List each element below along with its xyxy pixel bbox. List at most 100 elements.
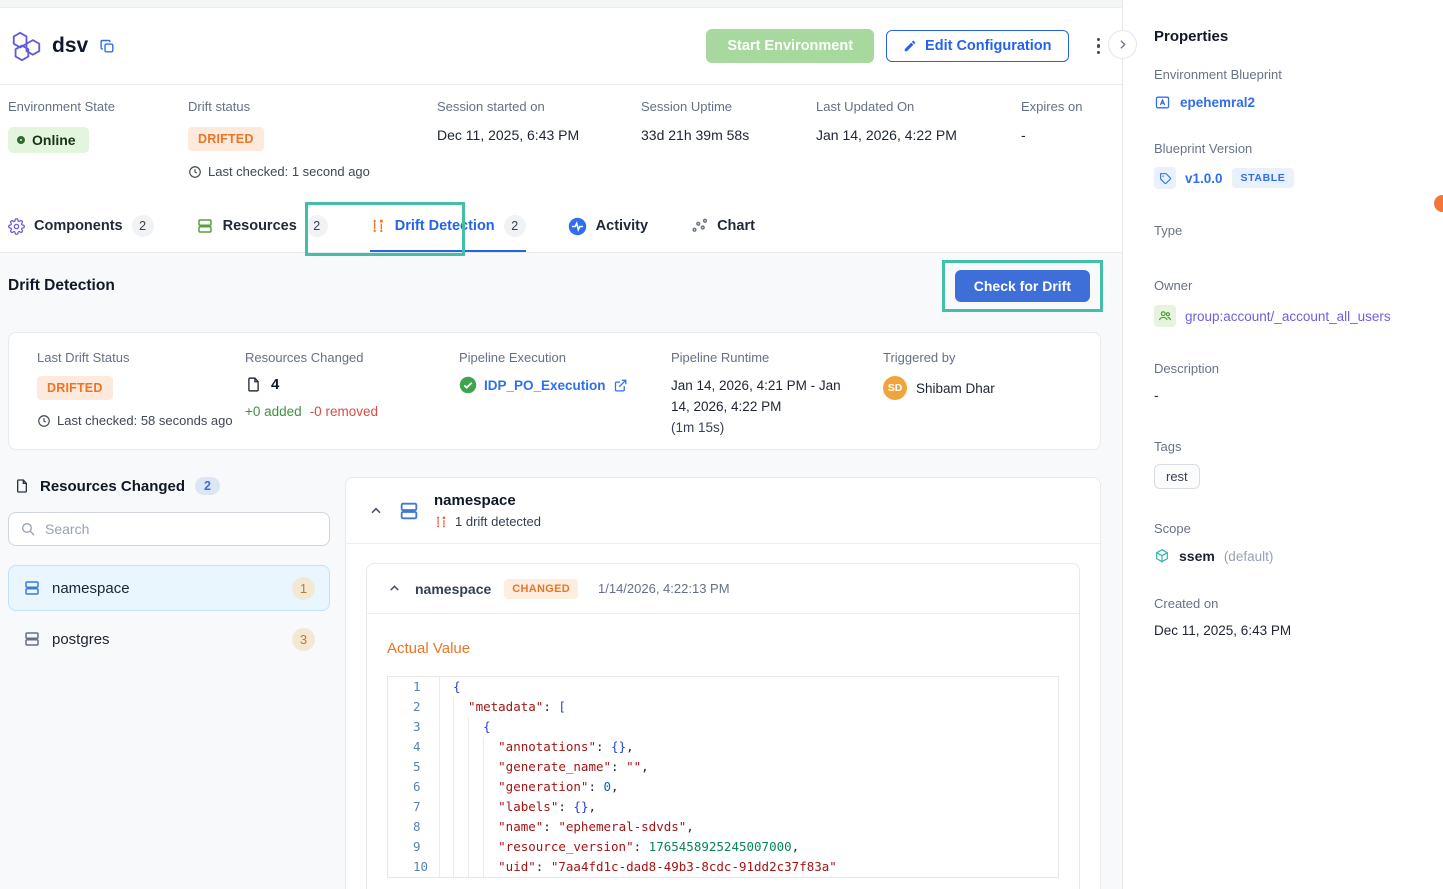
check-circle-icon: [459, 376, 477, 394]
pipeline-runtime-value: Jan 14, 2026, 4:21 PM - Jan 14, 2026, 4:…: [671, 376, 856, 418]
last-updated-label: Last Updated On: [816, 99, 957, 114]
cube-icon: [1154, 548, 1170, 564]
edit-configuration-button[interactable]: Edit Configuration: [886, 30, 1068, 62]
tab-count-badge: 2: [132, 215, 154, 237]
drift-entry: namespace CHANGED 1/14/2026, 4:22:13 PM …: [366, 563, 1080, 889]
search-icon: [20, 521, 36, 537]
expires-column: Expires on -: [1021, 99, 1082, 143]
tab-label: Components: [34, 218, 123, 234]
drift-status-label: Drift status: [188, 99, 370, 114]
resource-search[interactable]: [8, 512, 330, 546]
stable-badge: STABLE: [1232, 168, 1295, 188]
pipeline-runtime-label: Pipeline Runtime: [671, 350, 883, 365]
entry-timestamp: 1/14/2026, 4:22:13 PM: [598, 581, 730, 596]
json-code-block[interactable]: 1{2"metadata": [3{4"annotations": {},5"g…: [387, 676, 1059, 878]
environment-state-column: Environment State Online: [8, 99, 115, 153]
resource-drift-count: 3: [292, 628, 315, 651]
resource-list: namespace1 postgres 3: [8, 565, 330, 662]
environment-header: dsv Start Environment Edit Configuration: [0, 8, 1122, 85]
online-status-icon: [17, 136, 25, 144]
drift-icon: [434, 515, 448, 529]
tab-label: Resources: [223, 218, 297, 234]
tab-resources[interactable]: Resources 2: [196, 200, 328, 252]
last-updated-value: Jan 14, 2026, 4:22 PM: [816, 127, 957, 143]
owner-link[interactable]: group:account/_account_all_users: [1185, 309, 1391, 324]
drift-section-header: Drift Detection Check for Drift: [0, 253, 1122, 319]
type-label: Type: [1154, 223, 1425, 238]
status-row: Environment State Online Drift status DR…: [0, 85, 1122, 200]
blueprint-version-link[interactable]: v1.0.0: [1185, 171, 1223, 186]
properties-title: Properties: [1154, 28, 1425, 45]
avatar: SD: [883, 376, 907, 400]
code-line: 4"annotations": {},: [388, 737, 1058, 757]
page-title: dsv: [52, 34, 88, 58]
resource-name: postgres: [52, 631, 110, 648]
tab-bar: Components 2 Resources 2 Drift Detection2 Act…: [0, 200, 1122, 253]
last-drift-status-column: Last Drift Status DRIFTED Last checked: …: [37, 350, 245, 449]
session-uptime-column: Session Uptime 33d 21h 39m 58s: [641, 99, 749, 143]
environment-blueprint-label: Environment Blueprint: [1154, 67, 1425, 82]
drift-card-subtitle: 1 drift detected: [455, 514, 541, 529]
group-icon: [1154, 305, 1176, 327]
tab-activity[interactable]: Activity: [568, 200, 648, 252]
more-options-button[interactable]: [1093, 34, 1105, 59]
pipeline-execution-link[interactable]: IDP_PO_Execution: [459, 376, 671, 394]
resource-item-namespace[interactable]: namespace1: [8, 565, 330, 611]
tab-count-badge: 2: [306, 215, 328, 237]
resources-changed-count: 4: [271, 376, 279, 393]
session-uptime-label: Session Uptime: [641, 99, 749, 114]
properties-sidebar: Properties Environment Blueprint epehemr…: [1122, 0, 1443, 889]
collapse-panel-button[interactable]: [1108, 30, 1137, 59]
pencil-icon: [903, 39, 917, 53]
collapse-chevron-icon[interactable]: [387, 581, 402, 596]
tag-icon: [1154, 167, 1176, 189]
entry-resource-name: namespace: [415, 581, 491, 597]
resources-changed-count-pill: 2: [195, 477, 220, 495]
tab-drift-detection[interactable]: Drift Detection2: [370, 200, 526, 252]
drift-detail-card: namespace 1 drift detected namespace: [345, 477, 1101, 889]
environment-logo-icon: [10, 31, 43, 62]
tab-label: Activity: [596, 218, 648, 234]
owner-label: Owner: [1154, 278, 1425, 293]
scope-label: Scope: [1154, 521, 1425, 536]
drift-card-title: namespace: [434, 492, 541, 509]
resources-changed-panel: Resources Changed 2 namespace1postgres3: [8, 477, 330, 667]
clock-icon: [188, 165, 202, 179]
edit-configuration-label: Edit Configuration: [925, 38, 1051, 54]
tag-chip: rest: [1154, 464, 1200, 489]
resource-stack-icon: [23, 630, 41, 648]
triggered-by-column: Triggered by SD Shibam Dhar: [883, 350, 995, 449]
resource-item-postgres[interactable]: postgres 3: [8, 616, 330, 662]
pipeline-execution-column: Pipeline Execution IDP_PO_Execution: [459, 350, 671, 449]
expires-value: -: [1021, 127, 1082, 143]
start-environment-button[interactable]: Start Environment: [706, 29, 874, 63]
document-icon: [245, 376, 262, 393]
code-line: 7"labels": {},: [388, 797, 1058, 817]
chevron-right-icon: [1116, 38, 1129, 51]
resource-stack-icon: [398, 500, 420, 522]
tab-chart[interactable]: Chart: [690, 200, 755, 252]
triggered-by-label: Triggered by: [883, 350, 995, 365]
scope-value: ssem: [1179, 548, 1215, 564]
tab-label: Chart: [717, 218, 755, 234]
pipeline-execution-label: Pipeline Execution: [459, 350, 671, 365]
code-line: 5"generate_name": "",: [388, 757, 1058, 777]
resource-drift-count: 1: [292, 577, 315, 600]
environment-state-label: Environment State: [8, 99, 115, 114]
drift-summary-card: Last Drift Status DRIFTED Last checked: …: [8, 332, 1101, 450]
drift-last-checked: Last checked: 1 second ago: [188, 164, 370, 179]
pipeline-runtime-column: Pipeline Runtime Jan 14, 2026, 4:21 PM -…: [671, 350, 883, 449]
drift-section-title: Drift Detection: [8, 277, 115, 295]
copy-name-button[interactable]: [99, 38, 116, 55]
last-drift-status-badge: DRIFTED: [37, 376, 113, 400]
check-for-drift-button[interactable]: Check for Drift: [955, 270, 1090, 302]
blueprint-version-label: Blueprint Version: [1154, 141, 1425, 156]
tab-components[interactable]: Components 2: [8, 200, 154, 252]
collapse-chevron-icon[interactable]: [368, 503, 384, 519]
environment-blueprint-link[interactable]: epehemral2: [1180, 95, 1255, 110]
tab-label: Drift Detection: [395, 218, 495, 234]
activity-icon: [568, 217, 587, 236]
search-input[interactable]: [45, 521, 318, 537]
actual-value-title: Actual Value: [387, 640, 1059, 657]
gear-icon: [8, 218, 25, 235]
